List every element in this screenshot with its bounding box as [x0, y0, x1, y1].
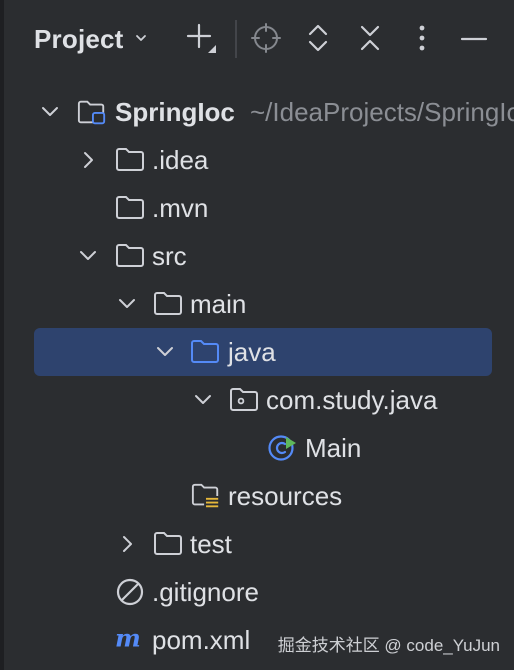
- locate-button[interactable]: [246, 20, 286, 60]
- add-icon: [183, 20, 219, 61]
- expand-all-button[interactable]: [298, 20, 338, 60]
- add-button[interactable]: [181, 20, 221, 60]
- tree-row-root[interactable]: SpringIoc ~/IdeaProjects/SpringIoc: [0, 88, 514, 136]
- tree-row-mvn[interactable]: .mvn: [0, 184, 514, 232]
- svg-text:m: m: [115, 626, 141, 653]
- chevron-down-icon[interactable]: [115, 292, 139, 316]
- chevron-right-icon[interactable]: [76, 148, 100, 172]
- project-tool-window: Project SpringIoc ~/IdeaProjects/SpringI…: [0, 0, 514, 670]
- hide-button[interactable]: [454, 20, 494, 60]
- chevron-down-icon[interactable]: [153, 340, 177, 364]
- chevron-down-icon: [134, 30, 148, 48]
- locate-icon: [250, 22, 282, 59]
- tree-row-resources[interactable]: resources: [0, 472, 514, 520]
- tree-row-idea[interactable]: .idea: [0, 136, 514, 184]
- tree-item-label: com.study.java: [266, 385, 438, 415]
- view-selector[interactable]: Project: [34, 18, 148, 60]
- panel-title: Project: [34, 23, 124, 54]
- tree-item-label: java: [228, 337, 276, 367]
- folder-icon: [115, 147, 145, 173]
- resources-folder-icon: [191, 483, 221, 509]
- root-project-path: ~/IdeaProjects/SpringIoc: [250, 97, 514, 127]
- project-tree: SpringIoc ~/IdeaProjects/SpringIoc .idea…: [0, 88, 514, 664]
- collapse-all-icon: [357, 22, 383, 59]
- tree-item-label: src: [152, 241, 187, 271]
- more-options-icon: [417, 23, 427, 58]
- maven-icon: m: [114, 626, 144, 653]
- watermark: 掘金技术社区 @ code_YuJun: [277, 636, 500, 655]
- tree-row-gitignore[interactable]: .gitignore: [0, 568, 514, 616]
- tool-window-header: Project: [0, 0, 514, 78]
- tree-item-label: Main: [305, 433, 362, 463]
- source-folder-icon: [190, 339, 220, 365]
- module-folder-icon: [77, 99, 107, 125]
- collapse-all-button[interactable]: [350, 20, 390, 60]
- chevron-right-icon[interactable]: [115, 532, 139, 556]
- tree-row-main-class[interactable]: Main: [0, 424, 514, 472]
- folder-icon: [153, 291, 183, 317]
- tree-row-java[interactable]: java: [0, 328, 514, 376]
- tree-row-main[interactable]: main: [0, 280, 514, 328]
- folder-icon: [153, 531, 183, 557]
- chevron-down-icon[interactable]: [38, 100, 62, 124]
- chevron-down-icon[interactable]: [191, 388, 215, 412]
- chevron-down-icon[interactable]: [76, 244, 100, 268]
- folder-icon: [115, 243, 145, 269]
- hide-icon: [460, 31, 488, 49]
- tree-row-package[interactable]: com.study.java: [0, 376, 514, 424]
- folder-icon: [115, 195, 145, 221]
- tree-row-test[interactable]: test: [0, 520, 514, 568]
- tree-item-label: pom.xml: [152, 625, 251, 655]
- tree-item-label: test: [190, 529, 232, 559]
- options-button[interactable]: [402, 20, 442, 60]
- tree-row-src[interactable]: src: [0, 232, 514, 280]
- ignore-file-icon: [115, 578, 145, 606]
- tree-item-label: resources: [228, 481, 343, 511]
- root-project-label: SpringIoc: [115, 97, 235, 127]
- java-class-runnable-icon: [267, 435, 297, 461]
- toolbar-separator: [235, 20, 237, 58]
- package-icon: [229, 387, 259, 413]
- tree-item-label: main: [190, 289, 247, 319]
- tree-item-label: .gitignore: [152, 577, 259, 607]
- tree-item-label: .mvn: [152, 193, 209, 223]
- expand-all-icon: [305, 22, 331, 59]
- tree-item-label: .idea: [152, 145, 209, 175]
